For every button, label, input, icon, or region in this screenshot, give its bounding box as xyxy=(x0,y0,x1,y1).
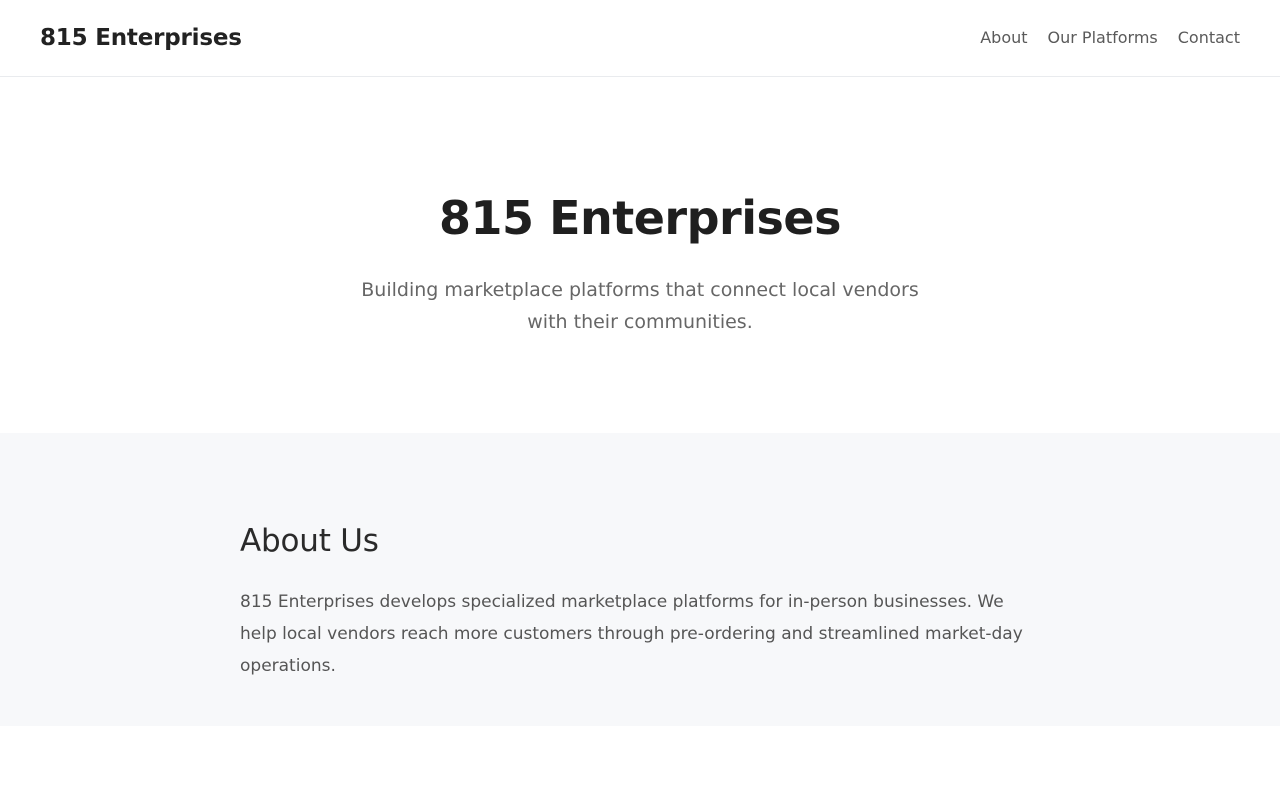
page-bottom-space xyxy=(0,726,1280,800)
hero-section: 815 Enterprises Building marketplace pla… xyxy=(0,77,1280,433)
hero-title: 815 Enterprises xyxy=(439,191,841,245)
about-text: 815 Enterprises develops specialized mar… xyxy=(240,592,1023,676)
about-section: About Us 815 Enterprises develops specia… xyxy=(0,433,1280,726)
nav-link-contact[interactable]: Contact xyxy=(1178,28,1240,47)
about-title: About Us xyxy=(240,523,379,559)
nav-link-about[interactable]: About xyxy=(980,28,1027,47)
nav-link-our-platforms[interactable]: Our Platforms xyxy=(1048,28,1158,47)
site-logo[interactable]: 815 Enterprises xyxy=(40,25,242,51)
site-header: 815 Enterprises About Our Platforms Cont… xyxy=(0,0,1280,77)
hero-subtitle: Building marketplace platforms that conn… xyxy=(361,279,919,333)
main-nav: About Our Platforms Contact xyxy=(980,28,1240,47)
